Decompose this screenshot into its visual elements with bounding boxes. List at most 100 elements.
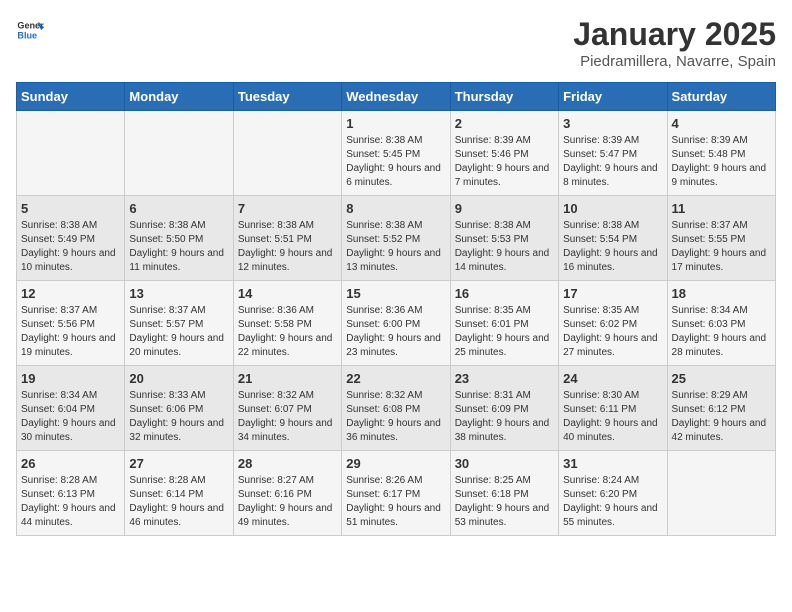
header-day-tuesday: Tuesday [233, 83, 341, 111]
day-info: Sunrise: 8:38 AM Sunset: 5:52 PM Dayligh… [346, 219, 445, 275]
day-info: Sunrise: 8:27 AM Sunset: 6:16 PM Dayligh… [238, 474, 337, 530]
calendar-cell: 25Sunrise: 8:29 AM Sunset: 6:12 PM Dayli… [667, 366, 775, 451]
calendar-cell: 13Sunrise: 8:37 AM Sunset: 5:57 PM Dayli… [125, 281, 233, 366]
day-number: 5 [21, 201, 120, 216]
day-info: Sunrise: 8:24 AM Sunset: 6:20 PM Dayligh… [563, 474, 662, 530]
day-number: 31 [563, 456, 662, 471]
calendar-cell: 31 Sunrise: 8:24 AM Sunset: 6:20 PM Dayli… [559, 451, 667, 536]
calendar-cell [233, 111, 341, 196]
day-info: Sunrise: 8:26 AM Sunset: 6:17 PM Dayligh… [346, 474, 445, 530]
header-day-wednesday: Wednesday [342, 83, 450, 111]
day-number: 6 [129, 201, 228, 216]
day-number: 19 [21, 371, 120, 386]
day-number: 30 [455, 456, 554, 471]
day-info: Sunrise: 8:39 AM Sunset: 5:47 PM Dayligh… [563, 134, 662, 190]
header-day-friday: Friday [559, 83, 667, 111]
day-number: 15 [346, 286, 445, 301]
calendar-cell: 12 Sunrise: 8:37 AM Sunset: 5:56 PM Dayli… [17, 281, 125, 366]
calendar-cell: 17 Sunrise: 8:35 AM Sunset: 6:02 PM Dayli… [559, 281, 667, 366]
day-number: 20 [129, 371, 228, 386]
week-row-1: 1 Sunrise: 8:38 AM Sunset: 5:45 PM Daylig… [17, 111, 776, 196]
day-info: Sunrise: 8:38 AM Sunset: 5:54 PM Dayligh… [563, 219, 662, 275]
day-number: 24 [563, 371, 662, 386]
day-number: 26 [21, 456, 120, 471]
day-info: Sunrise: 8:38 AM Sunset: 5:51 PM Dayligh… [238, 219, 337, 275]
calendar-cell: 26Sunrise: 8:28 AM Sunset: 6:13 PM Dayli… [17, 451, 125, 536]
day-info: Sunrise: 8:38 AM Sunset: 5:49 PM Dayligh… [21, 219, 120, 275]
calendar-header-row: SundayMondayTuesdayWednesdayThursdayFrid… [17, 83, 776, 111]
calendar-cell [17, 111, 125, 196]
day-number: 17 [563, 286, 662, 301]
calendar-subtitle: Piedramillera, Navarre, Spain [573, 53, 776, 70]
header-day-saturday: Saturday [667, 83, 775, 111]
calendar-cell: 4 Sunrise: 8:39 AM Sunset: 5:48 PM Daylig… [667, 111, 775, 196]
week-row-4: 19 Sunrise: 8:34 AM Sunset: 6:04 PM Dayli… [17, 366, 776, 451]
calendar-cell: 8 Sunrise: 8:38 AM Sunset: 5:52 PM Daylig… [342, 196, 450, 281]
day-info: Sunrise: 8:36 AM Sunset: 5:58 PM Dayligh… [238, 304, 337, 360]
day-info: Sunrise: 8:30 AM Sunset: 6:11 PM Dayligh… [563, 389, 662, 445]
day-number: 23 [455, 371, 554, 386]
logo-icon: General Blue [16, 16, 44, 44]
calendar-cell: 24 Sunrise: 8:30 AM Sunset: 6:11 PM Dayli… [559, 366, 667, 451]
day-info: Sunrise: 8:25 AM Sunset: 6:18 PM Dayligh… [455, 474, 554, 530]
day-number: 2 [455, 116, 554, 131]
calendar-cell: 15 Sunrise: 8:36 AM Sunset: 6:00 PM Dayli… [342, 281, 450, 366]
calendar-cell: 28 Sunrise: 8:27 AM Sunset: 6:16 PM Dayli… [233, 451, 341, 536]
week-row-3: 12 Sunrise: 8:37 AM Sunset: 5:56 PM Dayli… [17, 281, 776, 366]
calendar-table: SundayMondayTuesdayWednesdayThursdayFrid… [16, 82, 776, 536]
day-number: 16 [455, 286, 554, 301]
day-number: 8 [346, 201, 445, 216]
calendar-cell: 1 Sunrise: 8:38 AM Sunset: 5:45 PM Daylig… [342, 111, 450, 196]
day-number: 12 [21, 286, 120, 301]
svg-text:Blue: Blue [17, 30, 37, 40]
day-info: Sunrise: 8:28 AM Sunset: 6:14 PM Dayligh… [129, 474, 228, 530]
calendar-cell: 27Sunrise: 8:28 AM Sunset: 6:14 PM Dayli… [125, 451, 233, 536]
day-number: 3 [563, 116, 662, 131]
week-row-2: 5 Sunrise: 8:38 AM Sunset: 5:49 PM Daylig… [17, 196, 776, 281]
logo: General Blue [16, 16, 44, 44]
day-info: Sunrise: 8:36 AM Sunset: 6:00 PM Dayligh… [346, 304, 445, 360]
header: General Blue January 2025 Piedramillera,… [16, 16, 776, 70]
day-number: 28 [238, 456, 337, 471]
calendar-cell: 20 Sunrise: 8:33 AM Sunset: 6:06 PM Dayli… [125, 366, 233, 451]
calendar-cell: 23 Sunrise: 8:31 AM Sunset: 6:09 PM Dayli… [450, 366, 558, 451]
calendar-cell: 5 Sunrise: 8:38 AM Sunset: 5:49 PM Daylig… [17, 196, 125, 281]
calendar-cell: 2 Sunrise: 8:39 AM Sunset: 5:46 PM Daylig… [450, 111, 558, 196]
day-info: Sunrise: 8:38 AM Sunset: 5:53 PM Dayligh… [455, 219, 554, 275]
day-info: Sunrise: 8:35 AM Sunset: 6:02 PM Dayligh… [563, 304, 662, 360]
day-info: Sunrise: 8:38 AM Sunset: 5:50 PM Dayligh… [129, 219, 228, 275]
day-info: Sunrise: 8:37 AM Sunset: 5:56 PM Dayligh… [21, 304, 120, 360]
day-number: 1 [346, 116, 445, 131]
day-info: Sunrise: 8:39 AM Sunset: 5:48 PM Dayligh… [672, 134, 771, 190]
calendar-cell: 10 Sunrise: 8:38 AM Sunset: 5:54 PM Dayli… [559, 196, 667, 281]
header-day-monday: Monday [125, 83, 233, 111]
day-info: Sunrise: 8:38 AM Sunset: 5:45 PM Dayligh… [346, 134, 445, 190]
calendar-cell: 3 Sunrise: 8:39 AM Sunset: 5:47 PM Daylig… [559, 111, 667, 196]
calendar-cell: 18Sunrise: 8:34 AM Sunset: 6:03 PM Dayli… [667, 281, 775, 366]
day-number: 4 [672, 116, 771, 131]
day-number: 21 [238, 371, 337, 386]
day-number: 10 [563, 201, 662, 216]
day-number: 14 [238, 286, 337, 301]
day-number: 9 [455, 201, 554, 216]
calendar-cell: 21 Sunrise: 8:32 AM Sunset: 6:07 PM Dayli… [233, 366, 341, 451]
calendar-title: January 2025 [573, 16, 776, 53]
day-info: Sunrise: 8:33 AM Sunset: 6:06 PM Dayligh… [129, 389, 228, 445]
day-info: Sunrise: 8:31 AM Sunset: 6:09 PM Dayligh… [455, 389, 554, 445]
calendar-cell: 11Sunrise: 8:37 AM Sunset: 5:55 PM Dayli… [667, 196, 775, 281]
day-info: Sunrise: 8:32 AM Sunset: 6:07 PM Dayligh… [238, 389, 337, 445]
calendar-cell: 14 Sunrise: 8:36 AM Sunset: 5:58 PM Dayli… [233, 281, 341, 366]
calendar-cell: 29Sunrise: 8:26 AM Sunset: 6:17 PM Dayli… [342, 451, 450, 536]
calendar-cell: 9 Sunrise: 8:38 AM Sunset: 5:53 PM Daylig… [450, 196, 558, 281]
calendar-cell [125, 111, 233, 196]
day-info: Sunrise: 8:32 AM Sunset: 6:08 PM Dayligh… [346, 389, 445, 445]
week-row-5: 26Sunrise: 8:28 AM Sunset: 6:13 PM Dayli… [17, 451, 776, 536]
calendar-cell [667, 451, 775, 536]
day-info: Sunrise: 8:34 AM Sunset: 6:04 PM Dayligh… [21, 389, 120, 445]
calendar-cell: 30 Sunrise: 8:25 AM Sunset: 6:18 PM Dayli… [450, 451, 558, 536]
day-info: Sunrise: 8:35 AM Sunset: 6:01 PM Dayligh… [455, 304, 554, 360]
day-info: Sunrise: 8:39 AM Sunset: 5:46 PM Dayligh… [455, 134, 554, 190]
header-day-sunday: Sunday [17, 83, 125, 111]
calendar-cell: 7Sunrise: 8:38 AM Sunset: 5:51 PM Daylig… [233, 196, 341, 281]
day-number: 18 [672, 286, 771, 301]
